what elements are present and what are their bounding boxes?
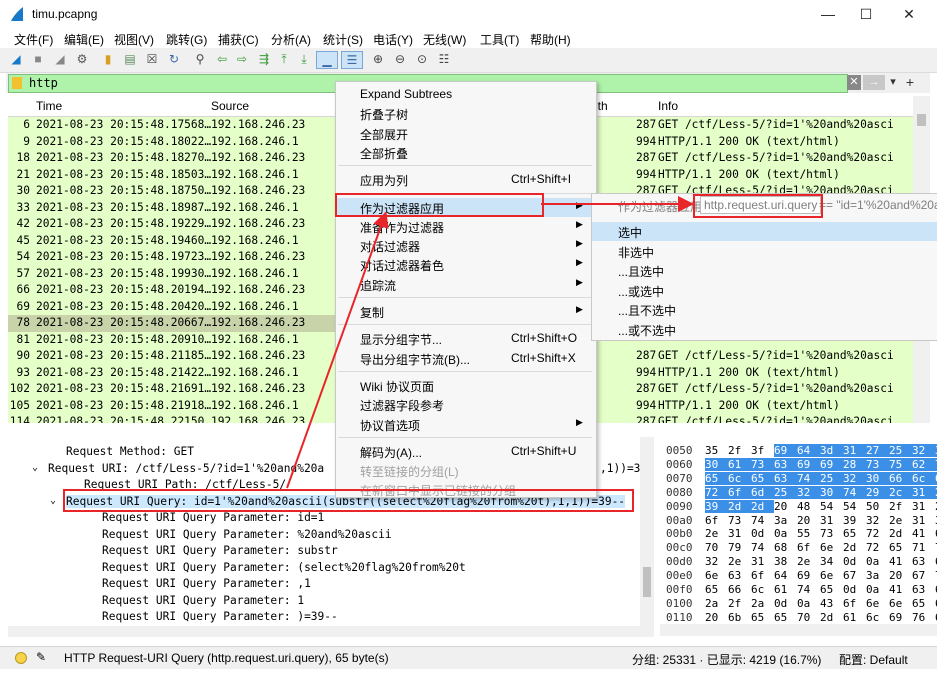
arrow-query-to-menu bbox=[286, 211, 389, 489]
annotation-arrows bbox=[286, 196, 694, 489]
